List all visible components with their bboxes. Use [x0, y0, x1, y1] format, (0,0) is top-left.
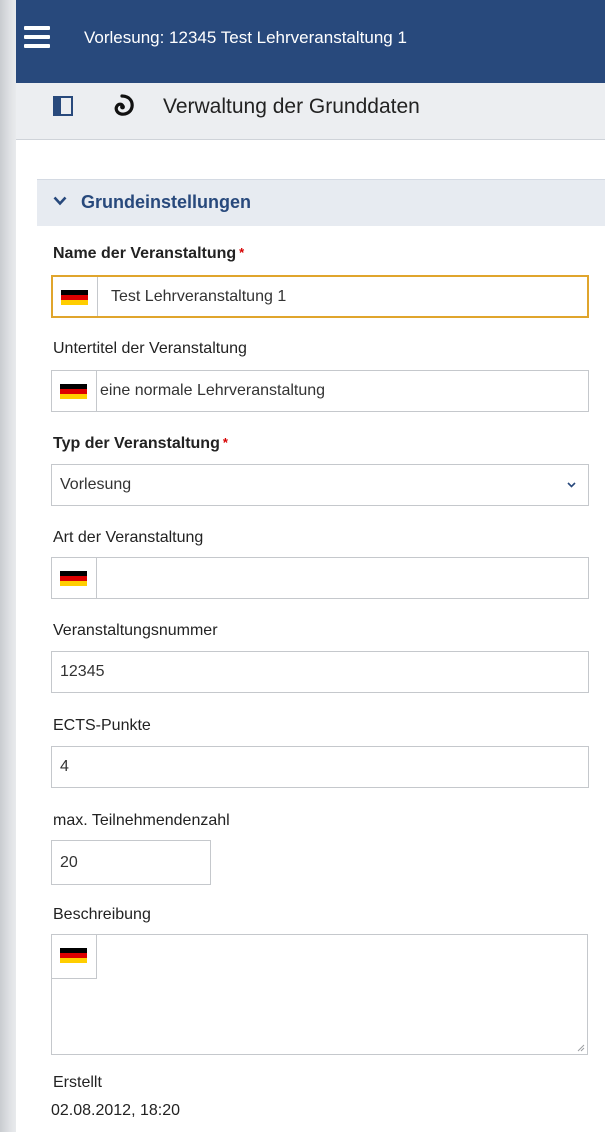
max-participants-input-value: 20 — [60, 854, 78, 871]
name-field-label: Name der Veranstaltung * — [53, 245, 245, 262]
name-input[interactable]: Test Lehrveranstaltung 1 — [51, 275, 589, 318]
required-marker: * — [239, 245, 245, 260]
german-flag-icon — [60, 948, 87, 963]
german-flag-icon — [60, 571, 87, 586]
ects-field-label: ECTS-Punkte — [53, 717, 151, 734]
chevron-down-icon — [567, 482, 576, 488]
sidebar-toggle-icon[interactable] — [53, 96, 73, 116]
language-selector[interactable] — [53, 277, 98, 316]
german-flag-icon — [61, 290, 88, 305]
kind-input[interactable] — [51, 557, 589, 599]
course-context-title: Vorlesung: 12345 Test Lehrveranstaltung … — [84, 28, 407, 47]
ects-input[interactable]: 4 — [51, 746, 589, 788]
page-title: Verwaltung der Grunddaten — [163, 95, 420, 118]
number-field-label: Veranstaltungsnummer — [53, 622, 218, 639]
chevron-down-icon — [53, 196, 67, 206]
hamburger-menu-icon[interactable] — [24, 26, 50, 48]
required-marker: * — [222, 435, 228, 450]
ects-input-value: 4 — [60, 758, 69, 775]
type-select[interactable]: Vorlesung — [51, 464, 589, 506]
number-input-value: 12345 — [60, 663, 105, 680]
max-participants-field-label: max. Teilnehmendenzahl — [53, 812, 230, 829]
description-textarea[interactable] — [51, 934, 588, 1055]
resize-handle-icon[interactable] — [577, 1044, 585, 1052]
language-selector[interactable] — [52, 935, 97, 979]
type-select-value: Vorlesung — [60, 476, 132, 493]
type-field-label: Typ der Veranstaltung * — [53, 435, 228, 452]
german-flag-icon — [60, 384, 87, 399]
description-field-label: Beschreibung — [53, 906, 151, 923]
number-input[interactable]: 12345 — [51, 651, 589, 693]
kind-field-label: Art der Veranstaltung — [53, 529, 204, 546]
max-participants-input[interactable]: 20 — [51, 840, 211, 885]
language-selector[interactable] — [52, 371, 97, 411]
subtitle-input[interactable]: eine normale Lehrveranstaltung — [51, 370, 589, 412]
created-label: Erstellt — [53, 1074, 102, 1091]
top-navigation-bar: Vorlesung: 12345 Test Lehrveranstaltung … — [16, 0, 605, 83]
name-input-value: Test Lehrveranstaltung 1 — [111, 288, 287, 305]
language-selector[interactable] — [52, 558, 97, 598]
section-toggle-grundeinstellungen[interactable]: Grundeinstellungen — [37, 179, 605, 226]
subtitle-field-label: Untertitel der Veranstaltung — [53, 340, 247, 357]
section-title: Grundeinstellungen — [81, 192, 252, 212]
page-title-bar: Verwaltung der Grunddaten — [16, 83, 605, 140]
created-value: 02.08.2012, 18:20 — [51, 1102, 181, 1119]
sidebar-edge-shadow — [0, 0, 16, 1132]
swirl-icon[interactable] — [109, 93, 135, 119]
subtitle-input-value: eine normale Lehrveranstaltung — [100, 382, 326, 399]
